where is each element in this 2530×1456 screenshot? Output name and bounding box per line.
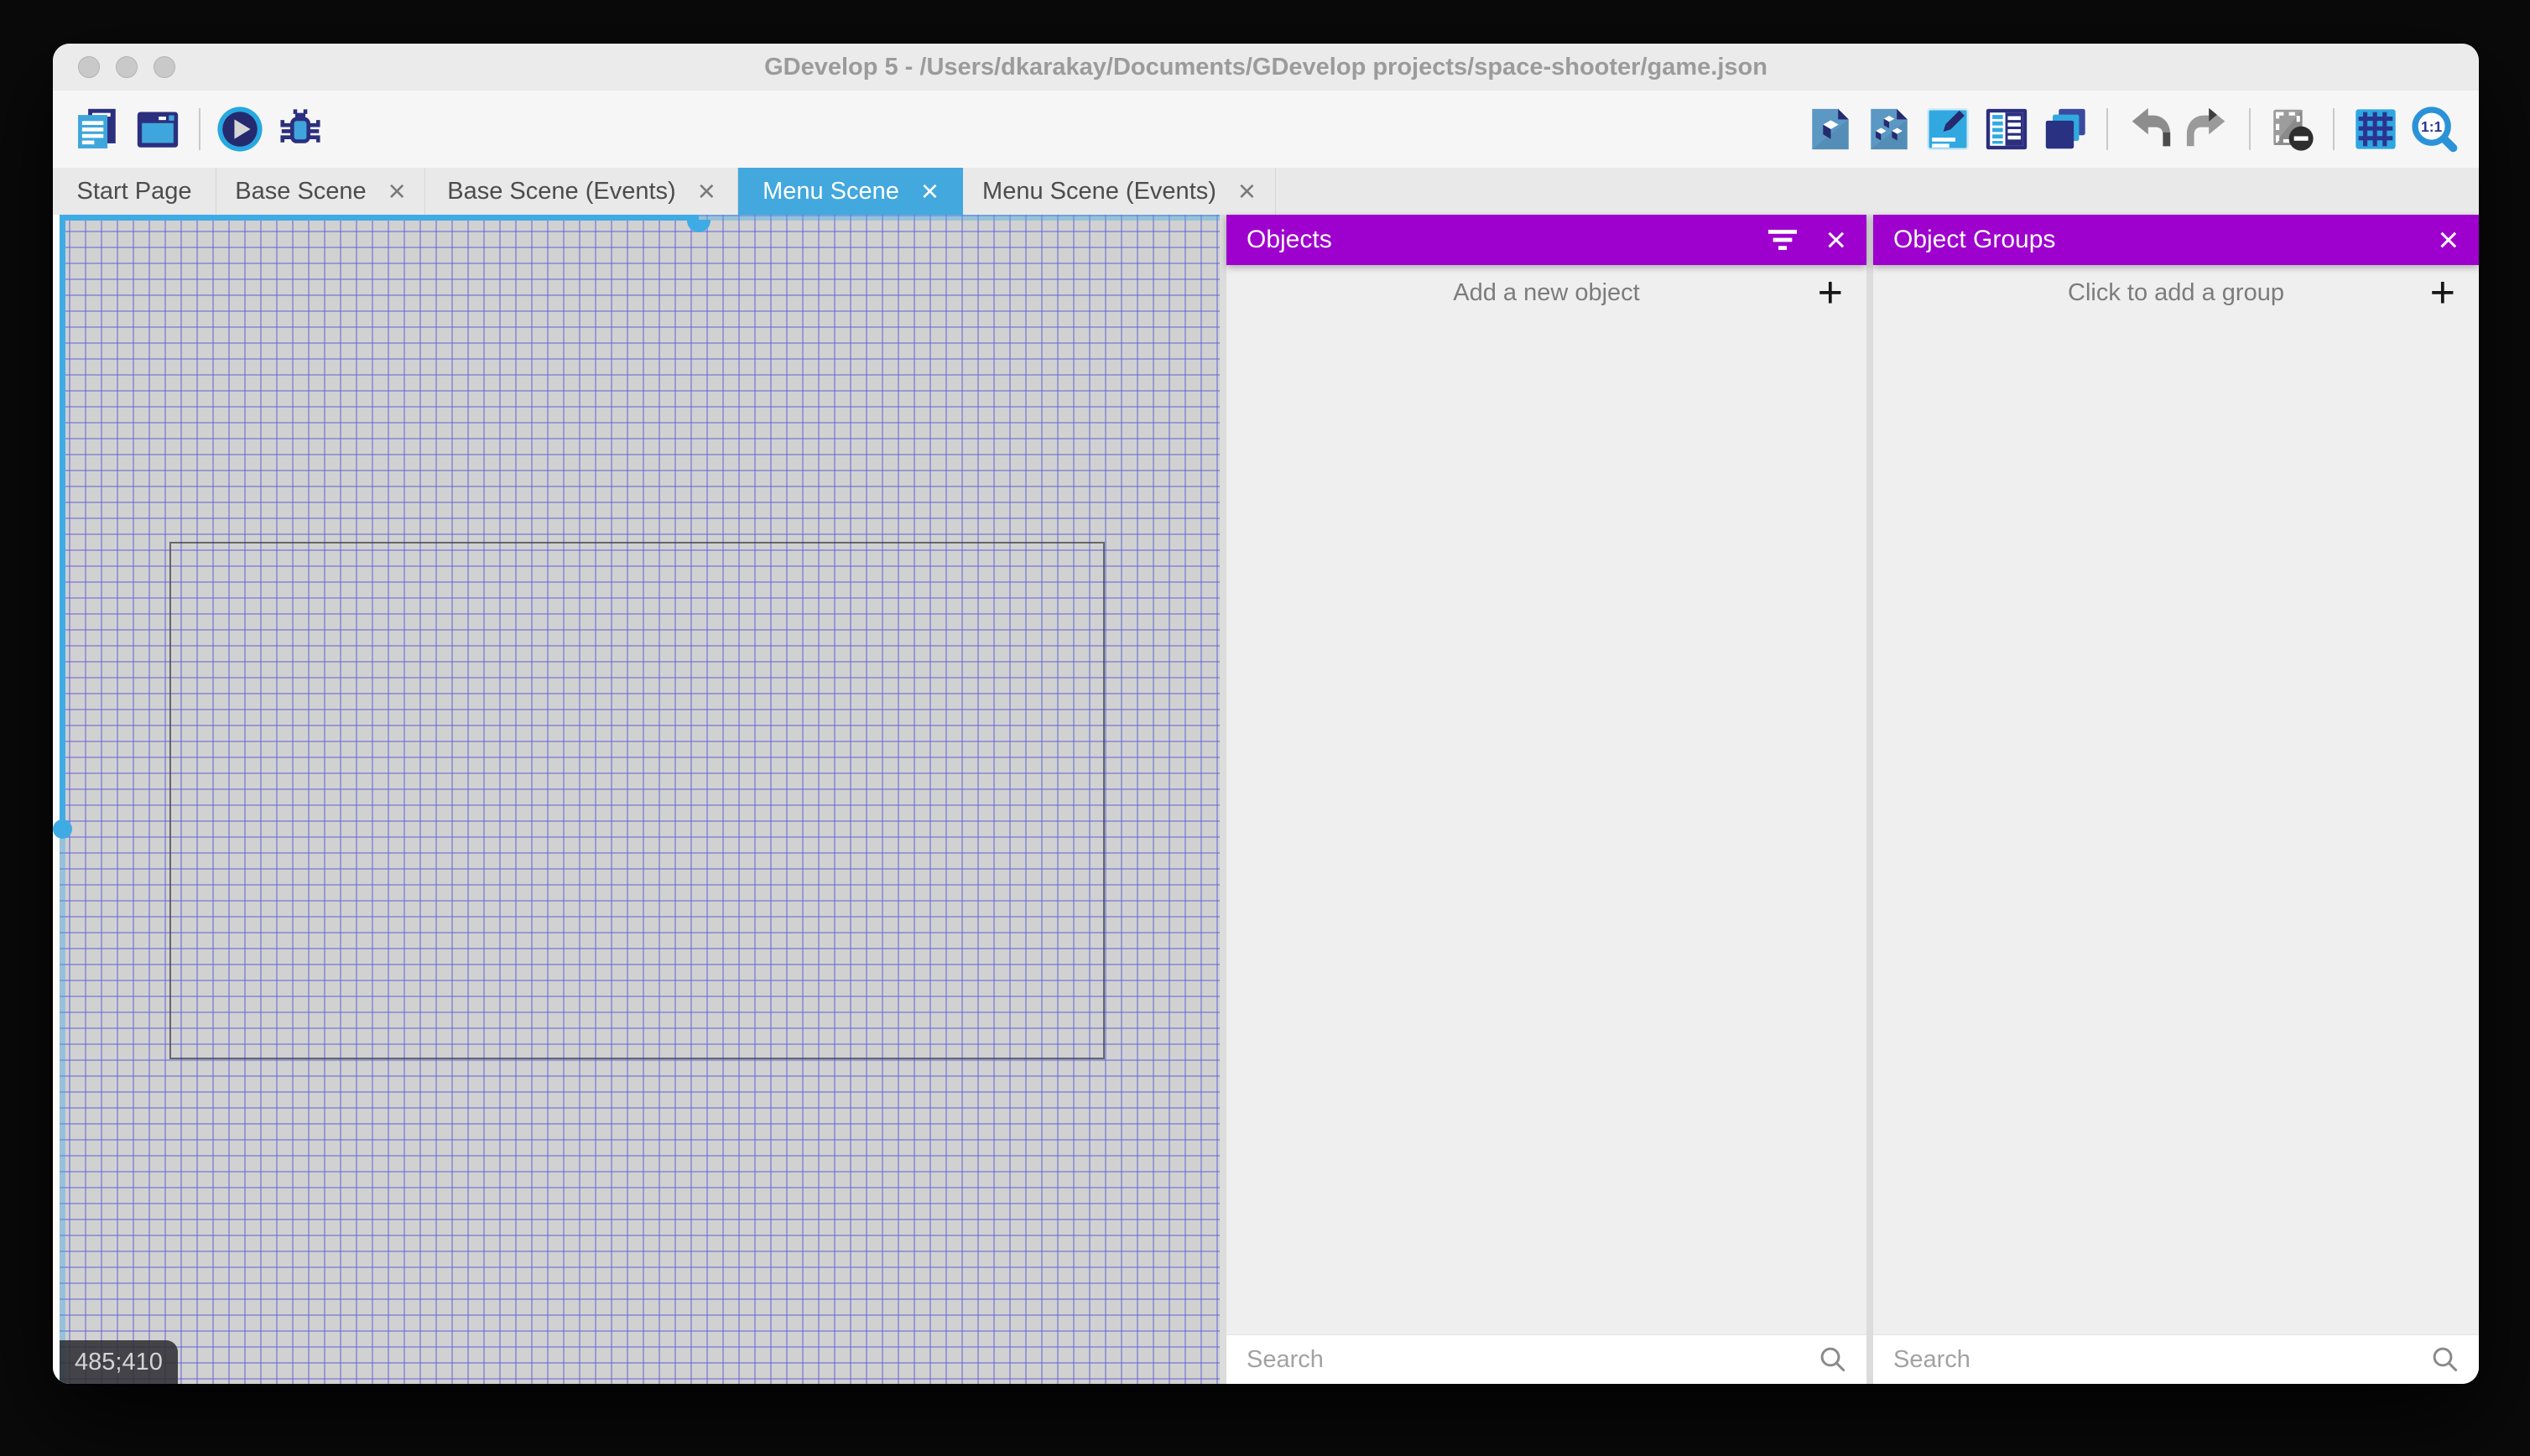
tab-menu-scene[interactable]: Menu Scene × <box>738 168 963 215</box>
toggle-mask-icon <box>2267 105 2316 153</box>
gdevelop-window: GDevelop 5 - /Users/dkarakay/Documents/G… <box>53 44 2479 1384</box>
tab-label: Base Scene (Events) <box>447 177 676 205</box>
panel-divider[interactable] <box>1220 215 1226 1384</box>
search-icon <box>2430 1344 2460 1375</box>
object-groups-icon <box>1865 105 1913 153</box>
vertical-scrollbar-fill[interactable] <box>60 215 65 829</box>
macos-close-button[interactable] <box>78 56 100 78</box>
toggle-mask-button[interactable] <box>2267 105 2316 153</box>
close-tab-icon[interactable]: × <box>698 176 716 206</box>
tab-bar: Start Page Base Scene × Base Scene (Even… <box>53 168 2479 215</box>
project-manager-button[interactable] <box>73 105 122 153</box>
redo-icon <box>2184 105 2232 153</box>
screen: { "window": { "title": "GDevelop 5 - /Us… <box>0 0 2530 1456</box>
horizontal-scrollbar-track[interactable] <box>699 215 1220 221</box>
add-object-row[interactable]: Add a new object + <box>1226 265 1866 320</box>
tab-label: Start Page <box>76 177 192 205</box>
undo-button[interactable] <box>2125 105 2173 153</box>
add-object-label: Add a new object <box>1453 278 1640 306</box>
tab-label: Base Scene <box>235 177 367 205</box>
close-panel-icon[interactable]: × <box>2438 222 2459 257</box>
tab-base-scene-events[interactable]: Base Scene (Events) × <box>425 168 738 215</box>
toolbar-right-group: 1:1 <box>1796 105 2459 153</box>
objects-panel-title: Objects <box>1247 226 1332 253</box>
redo-button[interactable] <box>2184 105 2232 153</box>
layers-icon <box>2041 105 2090 153</box>
canvas-edge-strip <box>53 215 60 1384</box>
objects-panel: Objects × Add a new object + <box>1226 215 1866 1384</box>
objects-editor-button[interactable] <box>1806 105 1855 153</box>
main-toolbar: 1:1 <box>53 91 2479 168</box>
debug-button[interactable] <box>276 105 325 153</box>
add-group-label: Click to add a group <box>2068 278 2284 306</box>
plus-icon[interactable]: + <box>2430 271 2455 315</box>
properties-button[interactable] <box>1924 105 1972 153</box>
toolbar-divider <box>2333 108 2335 150</box>
objects-editor-icon <box>1806 105 1855 153</box>
preview-play-button[interactable] <box>216 105 264 153</box>
object-groups-panel-header: Object Groups × <box>1873 215 2479 265</box>
debug-icon <box>276 105 325 153</box>
objects-search-row <box>1226 1334 1866 1384</box>
project-manager-icon <box>73 105 122 153</box>
search-icon <box>1818 1344 1848 1375</box>
plus-icon[interactable]: + <box>1818 271 1843 315</box>
zoom-1to1-icon: 1:1 <box>2410 105 2459 153</box>
scene-window-icon <box>133 105 182 153</box>
vertical-scrollbar-track[interactable] <box>60 829 65 1384</box>
object-groups-panel: Object Groups × Click to add a group + <box>1873 215 2479 1384</box>
object-groups-panel-title: Object Groups <box>1893 226 2056 253</box>
properties-icon <box>1924 105 1972 153</box>
scene-window-frame <box>169 542 1105 1059</box>
add-group-row[interactable]: Click to add a group + <box>1873 265 2479 320</box>
title-bar: GDevelop 5 - /Users/dkarakay/Documents/G… <box>53 44 2479 91</box>
layers-button[interactable] <box>2041 105 2090 153</box>
horizontal-scrollbar-fill[interactable] <box>60 215 699 221</box>
cursor-coordinates-badge: 485;410 <box>60 1340 178 1384</box>
close-tab-icon[interactable]: × <box>1238 176 1256 206</box>
toggle-grid-button[interactable] <box>2351 105 2400 153</box>
close-panel-icon[interactable]: × <box>1825 222 1846 257</box>
macos-minimize-button[interactable] <box>116 56 138 78</box>
horizontal-scrollbar-thumb[interactable] <box>687 220 711 232</box>
window-title: GDevelop 5 - /Users/dkarakay/Documents/G… <box>764 54 1767 81</box>
panel-divider[interactable] <box>1866 215 1873 1384</box>
objects-search-input[interactable] <box>1245 1344 1818 1375</box>
filter-icon[interactable] <box>1768 226 1798 254</box>
toggle-grid-icon <box>2351 105 2400 153</box>
close-tab-icon[interactable]: × <box>921 176 939 206</box>
object-groups-search-row <box>1873 1334 2479 1384</box>
tab-label: Menu Scene <box>763 177 899 205</box>
preview-play-icon <box>216 105 264 153</box>
tab-label: Menu Scene (Events) <box>982 177 1216 205</box>
zoom-button[interactable]: 1:1 <box>2410 105 2459 153</box>
objects-panel-header: Objects × <box>1226 215 1866 265</box>
tab-menu-scene-events[interactable]: Menu Scene (Events) × <box>963 168 1276 215</box>
tab-base-scene[interactable]: Base Scene × <box>216 168 425 215</box>
macos-zoom-button[interactable] <box>154 56 175 78</box>
object-groups-button[interactable] <box>1865 105 1913 153</box>
close-tab-icon[interactable]: × <box>388 176 406 206</box>
instances-list-button[interactable] <box>1982 105 2031 153</box>
instances-list-icon <box>1982 105 2031 153</box>
toolbar-divider <box>2106 108 2108 150</box>
object-groups-search-input[interactable] <box>1892 1344 2430 1375</box>
toolbar-divider <box>2249 108 2251 150</box>
object-groups-list-empty <box>1873 320 2479 1334</box>
toolbar-divider <box>199 108 200 150</box>
vertical-scrollbar-thumb[interactable] <box>53 819 72 839</box>
undo-icon <box>2125 105 2173 153</box>
scene-editor-canvas[interactable]: 485;410 <box>53 215 1220 1384</box>
scene-window-button[interactable] <box>133 105 182 153</box>
tab-start-page[interactable]: Start Page <box>53 168 216 215</box>
zoom-level-label: 1:1 <box>2421 118 2442 135</box>
objects-list-empty <box>1226 320 1866 1334</box>
